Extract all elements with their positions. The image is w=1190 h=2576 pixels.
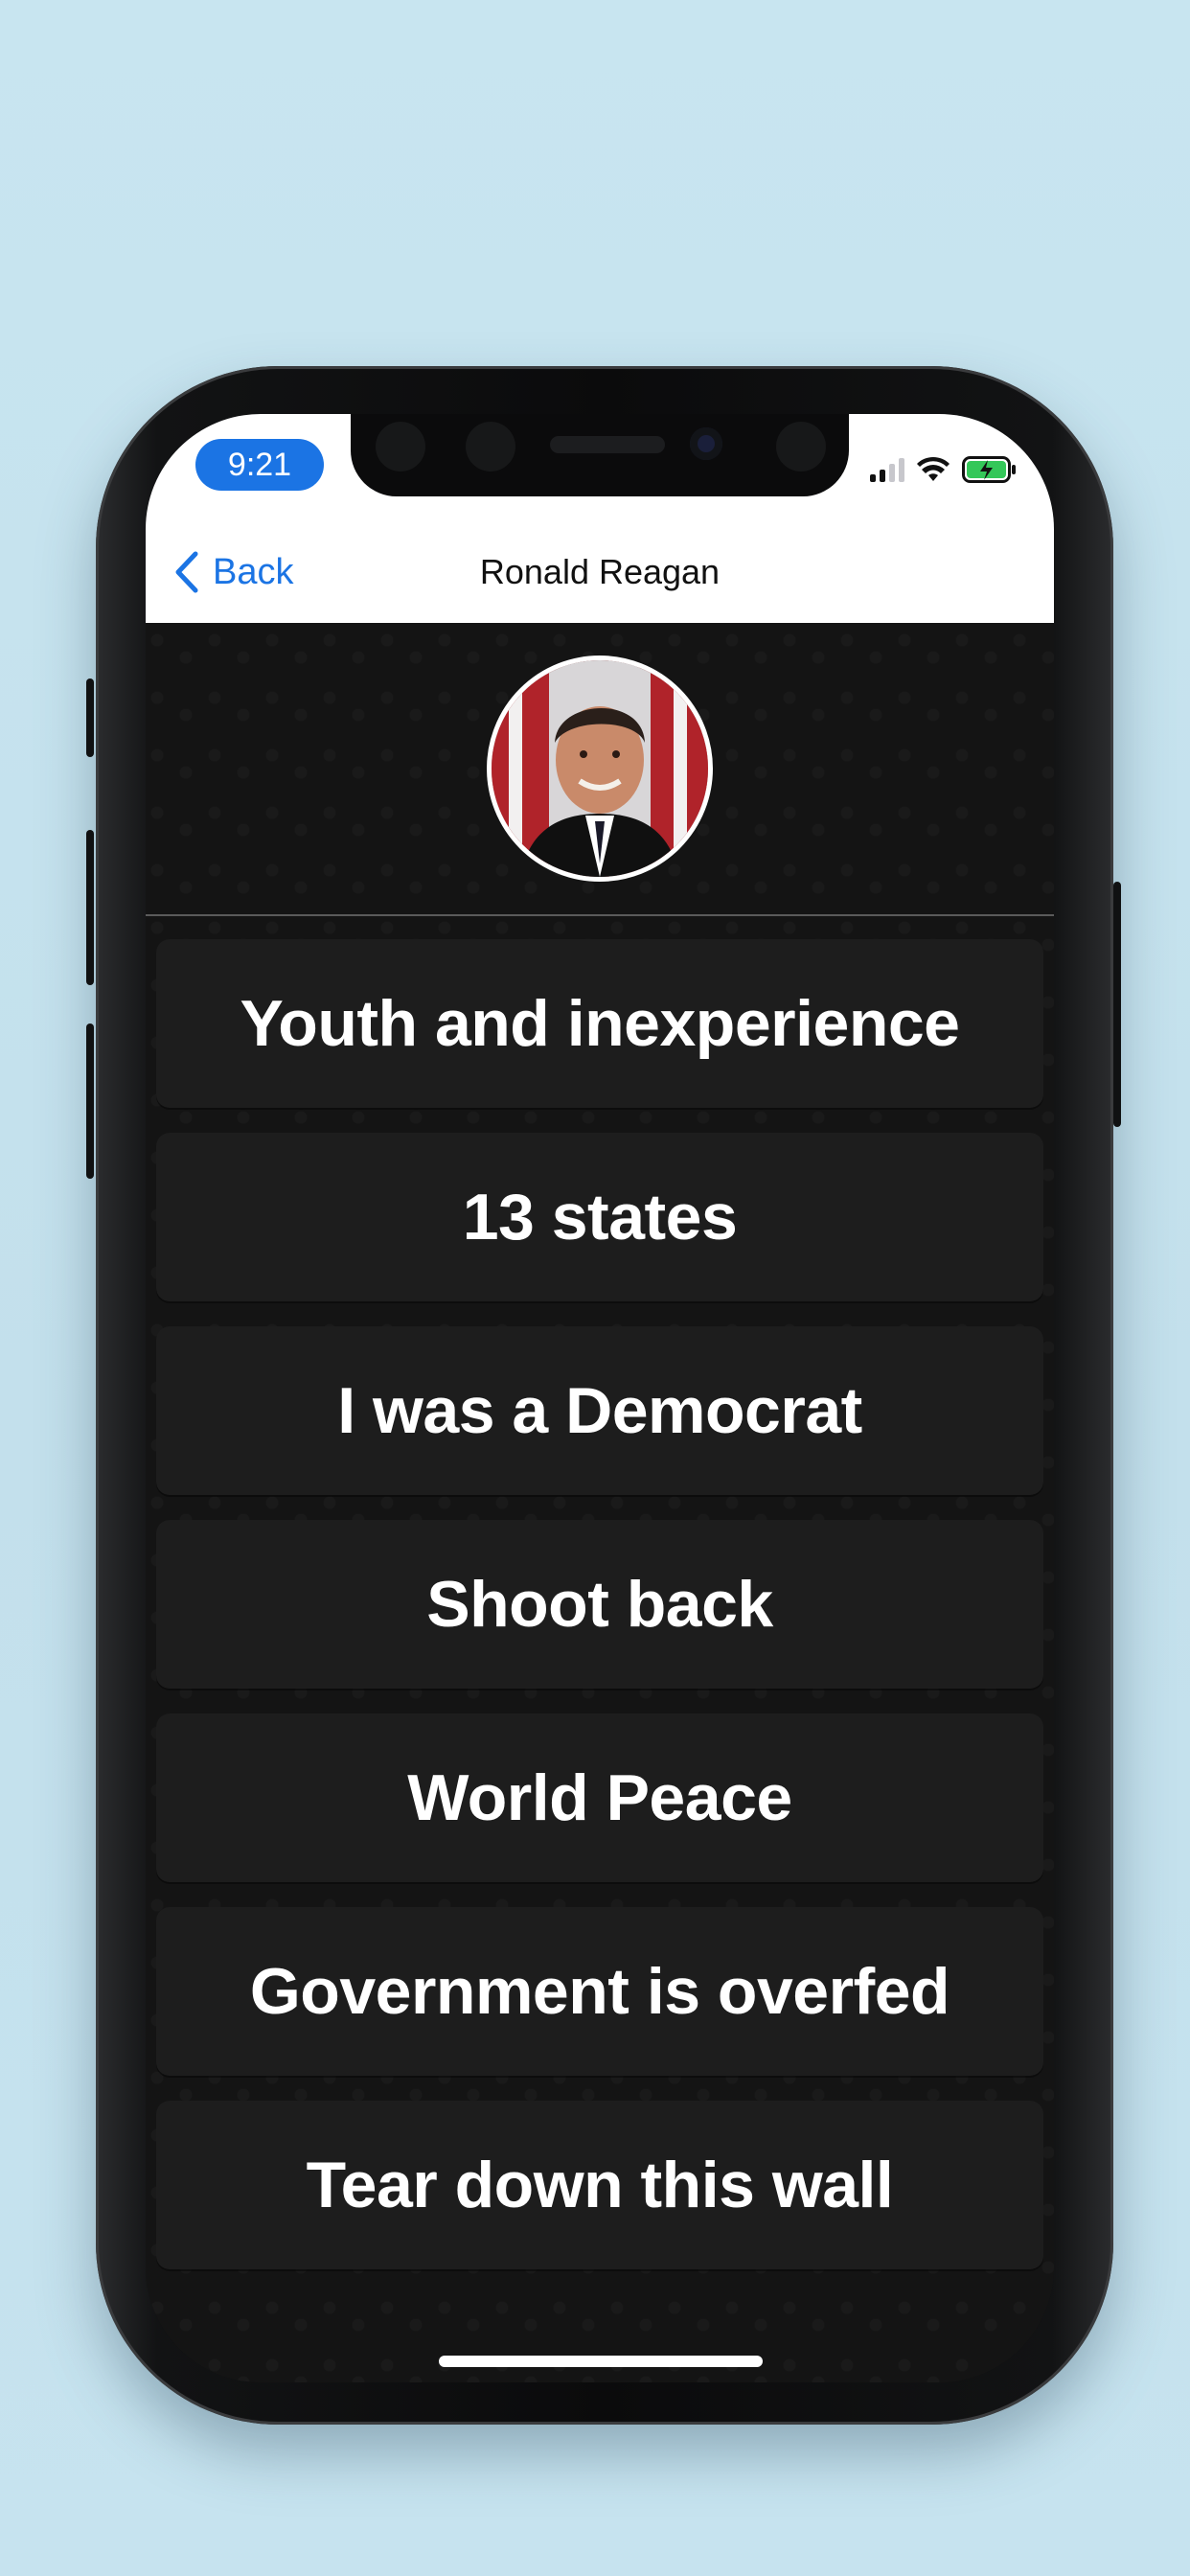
notch — [351, 414, 849, 496]
answer-button[interactable]: World Peace — [156, 1714, 1043, 1882]
battery-charging-icon — [962, 456, 1016, 483]
quiz-content: Youth and inexperience 13 states I was a… — [146, 623, 1054, 2382]
phone-screen: 9:21 Back Ronald Reagan Youth and inexpe… — [146, 414, 1054, 2382]
volume-down-button — [86, 1024, 94, 1179]
cellular-signal-icon — [870, 457, 904, 482]
answer-button[interactable]: 13 states — [156, 1133, 1043, 1301]
home-indicator[interactable] — [439, 2356, 763, 2367]
answer-button[interactable]: Shoot back — [156, 1520, 1043, 1689]
answer-button[interactable]: Tear down this wall — [156, 2101, 1043, 2269]
answer-button[interactable]: I was a Democrat — [156, 1326, 1043, 1495]
volume-up-button — [86, 830, 94, 985]
answer-list: Youth and inexperience 13 states I was a… — [156, 939, 1043, 2294]
status-icons — [870, 452, 1018, 487]
header-divider — [146, 914, 1054, 916]
profile-header — [146, 623, 1054, 914]
mute-switch — [86, 678, 94, 757]
answer-button[interactable]: Youth and inexperience — [156, 939, 1043, 1108]
page-title: Ronald Reagan — [479, 552, 721, 591]
navigation-header: 9:21 Back Ronald Reagan — [146, 414, 1054, 623]
answer-button[interactable]: Government is overfed — [156, 1907, 1043, 2076]
status-time: 9:21 — [195, 439, 324, 491]
power-button — [1113, 882, 1121, 1127]
wifi-icon — [917, 456, 950, 481]
portrait-avatar — [487, 656, 713, 882]
